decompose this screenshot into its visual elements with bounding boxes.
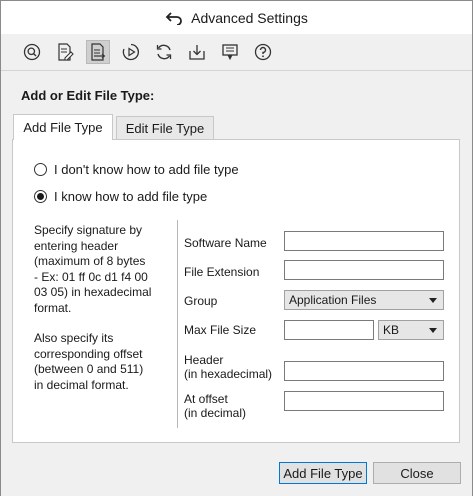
window-title: Advanced Settings	[191, 9, 308, 26]
max-file-size-label: Max File Size	[184, 323, 257, 337]
edit-document-icon[interactable]	[53, 40, 77, 64]
file-extension-label: File Extension	[184, 265, 260, 279]
help-offset-text: Also specify its corresponding offset (b…	[34, 331, 144, 392]
header-label: Header (in hexadecimal)	[184, 353, 272, 381]
group-label: Group	[184, 294, 218, 308]
chevron-down-icon	[429, 327, 437, 333]
add-file-type-panel: I don't know how to add file type I know…	[12, 139, 460, 443]
offset-label-line2: (in decimal)	[184, 406, 247, 420]
advanced-settings-window: Advanced Settings Add or Edit File Type:	[0, 0, 473, 496]
software-name-input[interactable]	[284, 231, 444, 251]
option-known-label: I know how to add file type	[54, 189, 208, 204]
option-known[interactable]: I know how to add file type	[34, 189, 207, 204]
radio-unknown[interactable]	[34, 163, 47, 176]
title-bar: Advanced Settings	[1, 1, 472, 34]
chevron-down-icon	[429, 297, 437, 303]
download-icon[interactable]	[185, 40, 209, 64]
group-selected-value: Application Files	[289, 293, 377, 307]
radio-known[interactable]	[34, 190, 47, 203]
section-title: Add or Edit File Type:	[21, 88, 155, 103]
header-label-line2: (in hexadecimal)	[184, 367, 273, 381]
header-label-line1: Header	[184, 353, 224, 367]
play-icon[interactable]	[119, 40, 143, 64]
tab-edit-file-type[interactable]: Edit File Type	[116, 116, 214, 140]
offset-input[interactable]	[284, 391, 444, 411]
size-unit-value: KB	[383, 323, 400, 337]
add-file-type-button[interactable]: Add File Type	[279, 462, 367, 484]
option-unknown[interactable]: I don't know how to add file type	[34, 162, 239, 177]
option-unknown-label: I don't know how to add file type	[54, 162, 239, 177]
vertical-divider	[177, 220, 178, 428]
offset-label-line1: At offset	[184, 392, 228, 406]
back-arrow-icon[interactable]	[165, 11, 183, 25]
help-icon[interactable]	[251, 40, 275, 64]
offset-label: At offset (in decimal)	[184, 392, 246, 420]
search-icon[interactable]	[20, 40, 44, 64]
file-extension-input[interactable]	[284, 260, 444, 280]
help-text: Specify signature by entering header (ma…	[34, 223, 152, 408]
size-unit-select[interactable]: KB	[378, 320, 444, 340]
flag-icon[interactable]	[218, 40, 242, 64]
max-file-size-input[interactable]	[284, 320, 374, 340]
header-input[interactable]	[284, 361, 444, 381]
content-area: Add or Edit File Type: Add File Type Edi…	[1, 72, 472, 496]
file-type-icon[interactable]	[86, 40, 110, 64]
group-select[interactable]: Application Files	[284, 290, 444, 310]
refresh-icon[interactable]	[152, 40, 176, 64]
software-name-label: Software Name	[184, 236, 267, 250]
tab-add-file-type[interactable]: Add File Type	[13, 114, 113, 140]
help-signature-text: Specify signature by entering header (ma…	[34, 223, 152, 315]
close-button[interactable]: Close	[373, 462, 461, 484]
toolbar	[1, 34, 472, 71]
